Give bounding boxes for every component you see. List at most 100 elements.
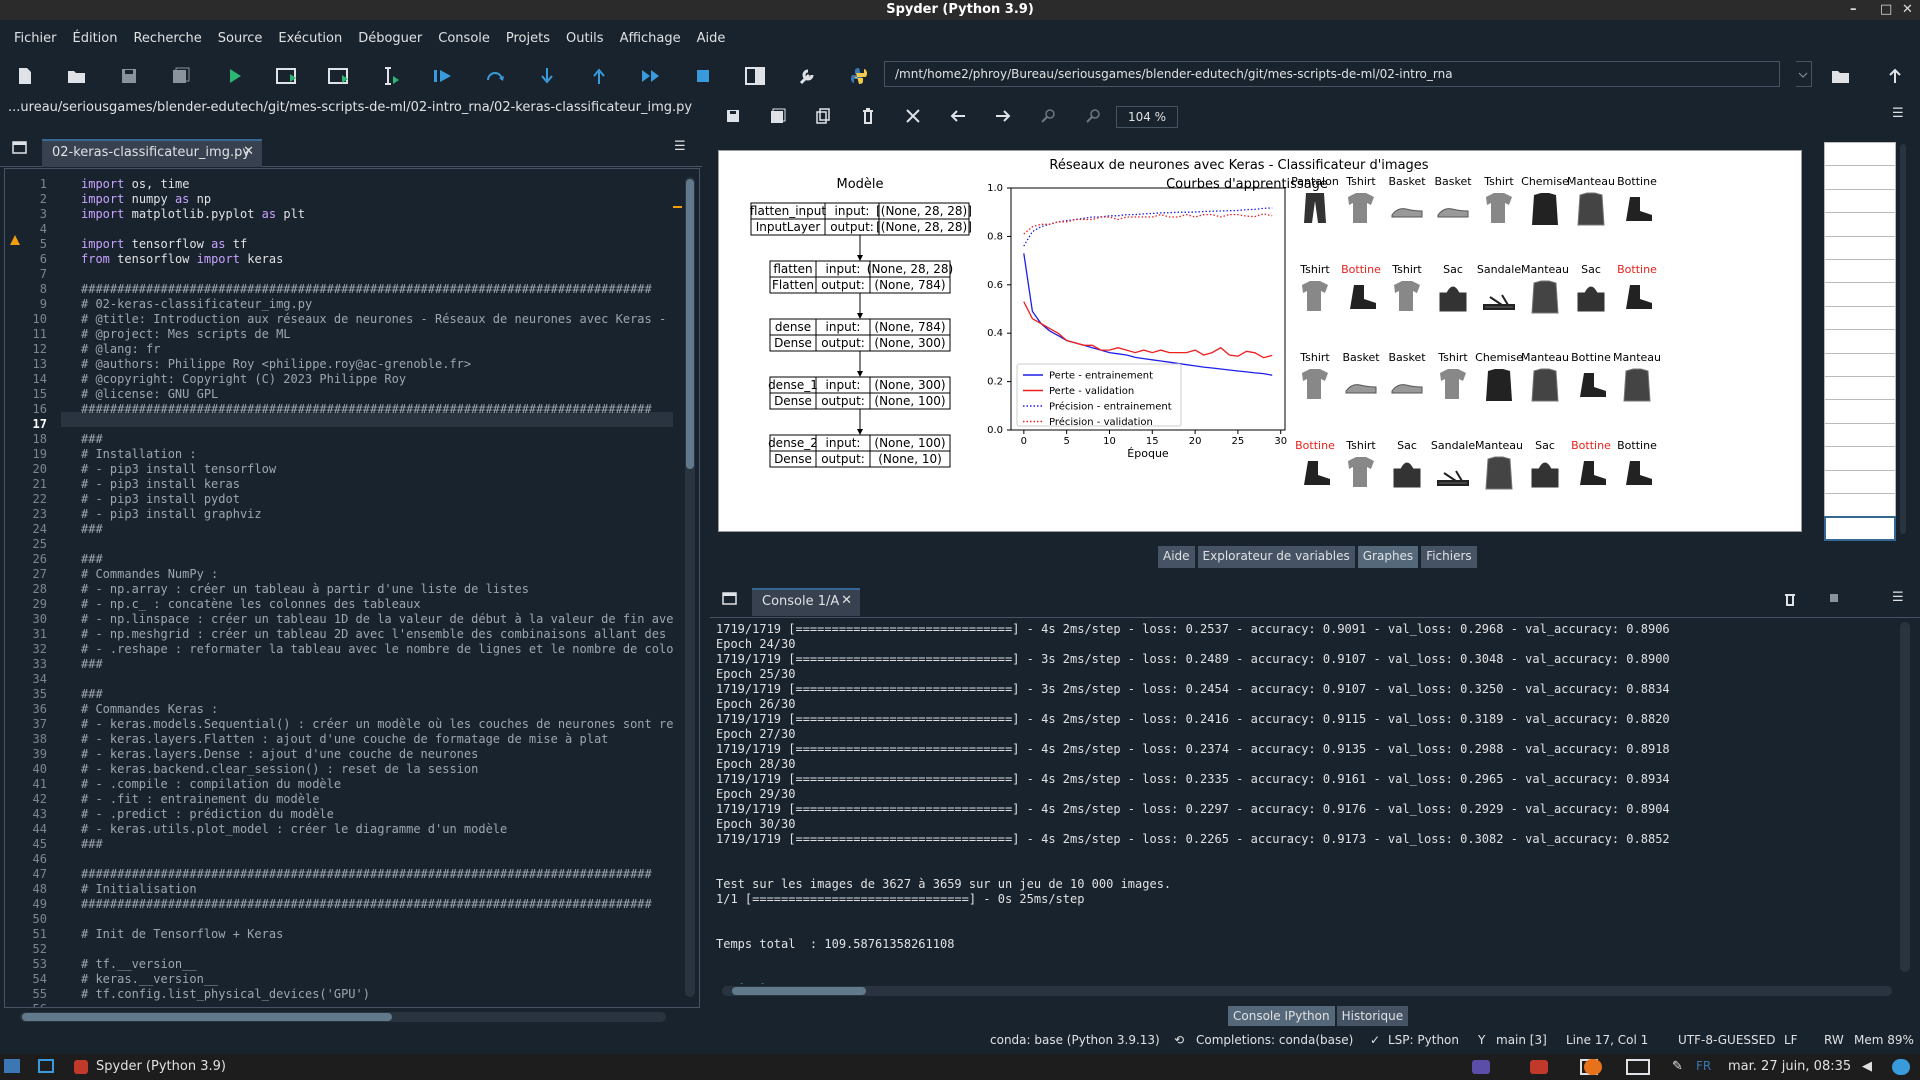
menu-edition[interactable]: Édition (65, 31, 126, 46)
console-browse-tabs-icon[interactable] (722, 592, 738, 610)
preferences-wrench-icon[interactable] (794, 64, 820, 88)
stop-icon[interactable] (690, 64, 716, 88)
step-return-icon[interactable] (586, 64, 612, 88)
plot-thumbnail[interactable] (1824, 376, 1896, 401)
save-all-icon[interactable] (168, 64, 194, 88)
console-horizontal-scrollbar[interactable] (722, 986, 1892, 996)
console-vertical-scrollbar[interactable] (1900, 622, 1910, 972)
menu-fichier[interactable]: Fichier (6, 31, 65, 46)
minimize-icon[interactable]: – (1850, 0, 1857, 20)
plot-thumbnail[interactable] (1824, 446, 1896, 472)
new-file-icon[interactable] (12, 64, 38, 88)
zoom-out-icon[interactable] (1080, 104, 1106, 128)
tab-aide[interactable]: Aide (1158, 546, 1195, 568)
plot-thumbnail[interactable] (1824, 235, 1896, 261)
close-tab-icon[interactable]: ✕ (243, 144, 254, 159)
status-completions[interactable]: Completions: conda(base) (1196, 1033, 1353, 1047)
editor-vertical-scroll-thumb[interactable] (686, 179, 694, 469)
tab-console-ipython[interactable]: Console IPython (1228, 1006, 1335, 1026)
close-console-icon[interactable]: ✕ (841, 593, 852, 608)
plot-thumbnail[interactable] (1824, 212, 1896, 238)
status-lsp[interactable]: LSP: Python (1388, 1033, 1459, 1047)
browse-tabs-icon[interactable] (12, 141, 28, 159)
working-directory-dropdown[interactable] (1796, 61, 1812, 87)
tray-firefox-icon[interactable] (1584, 1059, 1602, 1075)
previous-plot-icon[interactable] (945, 104, 971, 128)
status-conda[interactable]: conda: base (Python 3.9.13) (990, 1033, 1160, 1047)
plot-thumbnail[interactable] (1824, 305, 1896, 331)
tray-spyder-icon[interactable] (1530, 1060, 1548, 1074)
plot-thumbnail[interactable] (1824, 516, 1896, 542)
open-file-icon[interactable] (64, 64, 90, 88)
plot-thumbnail[interactable] (1824, 142, 1896, 167)
menu-projets[interactable]: Projets (498, 31, 558, 46)
menu-aide[interactable]: Aide (689, 31, 734, 46)
remove-plot-icon[interactable] (855, 104, 881, 128)
menu-deboguer[interactable]: Déboguer (350, 31, 430, 46)
debug-icon[interactable] (430, 64, 456, 88)
menu-affichage[interactable]: Affichage (612, 31, 689, 46)
plot-thumbnail[interactable] (1824, 422, 1896, 448)
thumbnails-scrollbar[interactable] (1900, 144, 1906, 534)
save-all-plots-icon[interactable] (765, 104, 791, 128)
parent-directory-icon[interactable] (1882, 64, 1908, 88)
console-options-icon[interactable]: ☰ (1892, 590, 1904, 605)
clear-console-icon[interactable] (1784, 592, 1796, 610)
editor-options-icon[interactable]: ☰ (674, 139, 686, 154)
tray-status-icon[interactable] (1892, 1059, 1910, 1075)
plot-thumbnail[interactable] (1824, 188, 1896, 214)
editor-horizontal-scroll-thumb[interactable] (22, 1013, 392, 1021)
plot-thumbnail[interactable] (1824, 165, 1896, 191)
step-into-icon[interactable] (534, 64, 560, 88)
tab-fichiers[interactable]: Fichiers (1421, 546, 1477, 568)
zoom-level[interactable]: 104 % (1116, 106, 1178, 128)
tab-variable-explorer[interactable]: Explorateur de variables (1197, 546, 1355, 568)
warning-icon[interactable] (9, 234, 21, 250)
taskbar-spyder-item[interactable]: Spyder (Python 3.9) (96, 1059, 226, 1074)
taskbar-clock[interactable]: mar. 27 juin, 08:35 (1728, 1059, 1851, 1074)
plot-thumbnail[interactable] (1824, 282, 1896, 308)
close-icon[interactable]: ✕ (1902, 0, 1913, 20)
menu-outils[interactable]: Outils (558, 31, 612, 46)
plots-options-icon[interactable]: ☰ (1892, 106, 1904, 121)
keyboard-layout[interactable]: FR (1696, 1059, 1711, 1073)
plot-thumbnail[interactable] (1824, 469, 1896, 495)
plot-thumbnail[interactable] (1824, 493, 1896, 518)
next-plot-icon[interactable] (990, 104, 1016, 128)
browse-folder-icon[interactable] (1828, 64, 1854, 88)
console-tab[interactable]: Console 1/A ✕ (752, 588, 860, 616)
console-prompt[interactable]: In [58]: (716, 982, 774, 984)
plot-thumbnail[interactable] (1824, 399, 1896, 425)
plot-thumbnail[interactable] (1824, 329, 1896, 355)
file-manager-icon[interactable] (4, 1059, 20, 1073)
python-path-icon[interactable] (846, 64, 872, 88)
continue-icon[interactable] (638, 64, 664, 88)
tab-historique[interactable]: Historique (1336, 1006, 1409, 1026)
volume-icon[interactable]: ◀ (1862, 1059, 1872, 1074)
working-directory-input[interactable]: /mnt/home2/phroy/Bureau/seriousgames/ble… (884, 61, 1780, 87)
app-launcher-icon[interactable] (38, 1059, 54, 1073)
ipython-console[interactable]: 1719/1719 [=============================… (712, 618, 1898, 984)
run-cell-advance-icon[interactable] (326, 64, 352, 88)
menu-execution[interactable]: Exécution (270, 31, 350, 46)
tray-app-icon[interactable] (1472, 1060, 1490, 1074)
remove-all-plots-icon[interactable] (900, 104, 926, 128)
code-editor[interactable]: 1 2 3 4 5 6 7 8 9 10 11 12 13 14 15 16 17 18 19 20 21 22 23 24 2… (4, 168, 700, 1008)
tab-graphes[interactable]: Graphes (1357, 546, 1419, 568)
maximize-pane-icon[interactable] (742, 64, 768, 88)
save-plot-icon[interactable] (720, 104, 746, 128)
zoom-in-icon[interactable] (1035, 104, 1061, 128)
console-horizontal-scroll-thumb[interactable] (732, 987, 866, 995)
plot-thumbnail[interactable] (1824, 352, 1896, 378)
editor-tab[interactable]: 02-keras-classificateur_img.py ✕ (42, 139, 262, 167)
menu-source[interactable]: Source (210, 31, 271, 46)
status-git[interactable]: main [3] (1496, 1033, 1547, 1047)
menu-recherche[interactable]: Recherche (125, 31, 209, 46)
tray-screen-icon[interactable] (1626, 1059, 1650, 1075)
interrupt-kernel-icon[interactable] (1830, 594, 1838, 602)
plot-thumbnail[interactable] (1824, 259, 1896, 284)
copy-plot-icon[interactable] (810, 104, 836, 128)
save-icon[interactable] (116, 64, 142, 88)
run-icon[interactable] (222, 64, 248, 88)
step-over-icon[interactable] (482, 64, 508, 88)
